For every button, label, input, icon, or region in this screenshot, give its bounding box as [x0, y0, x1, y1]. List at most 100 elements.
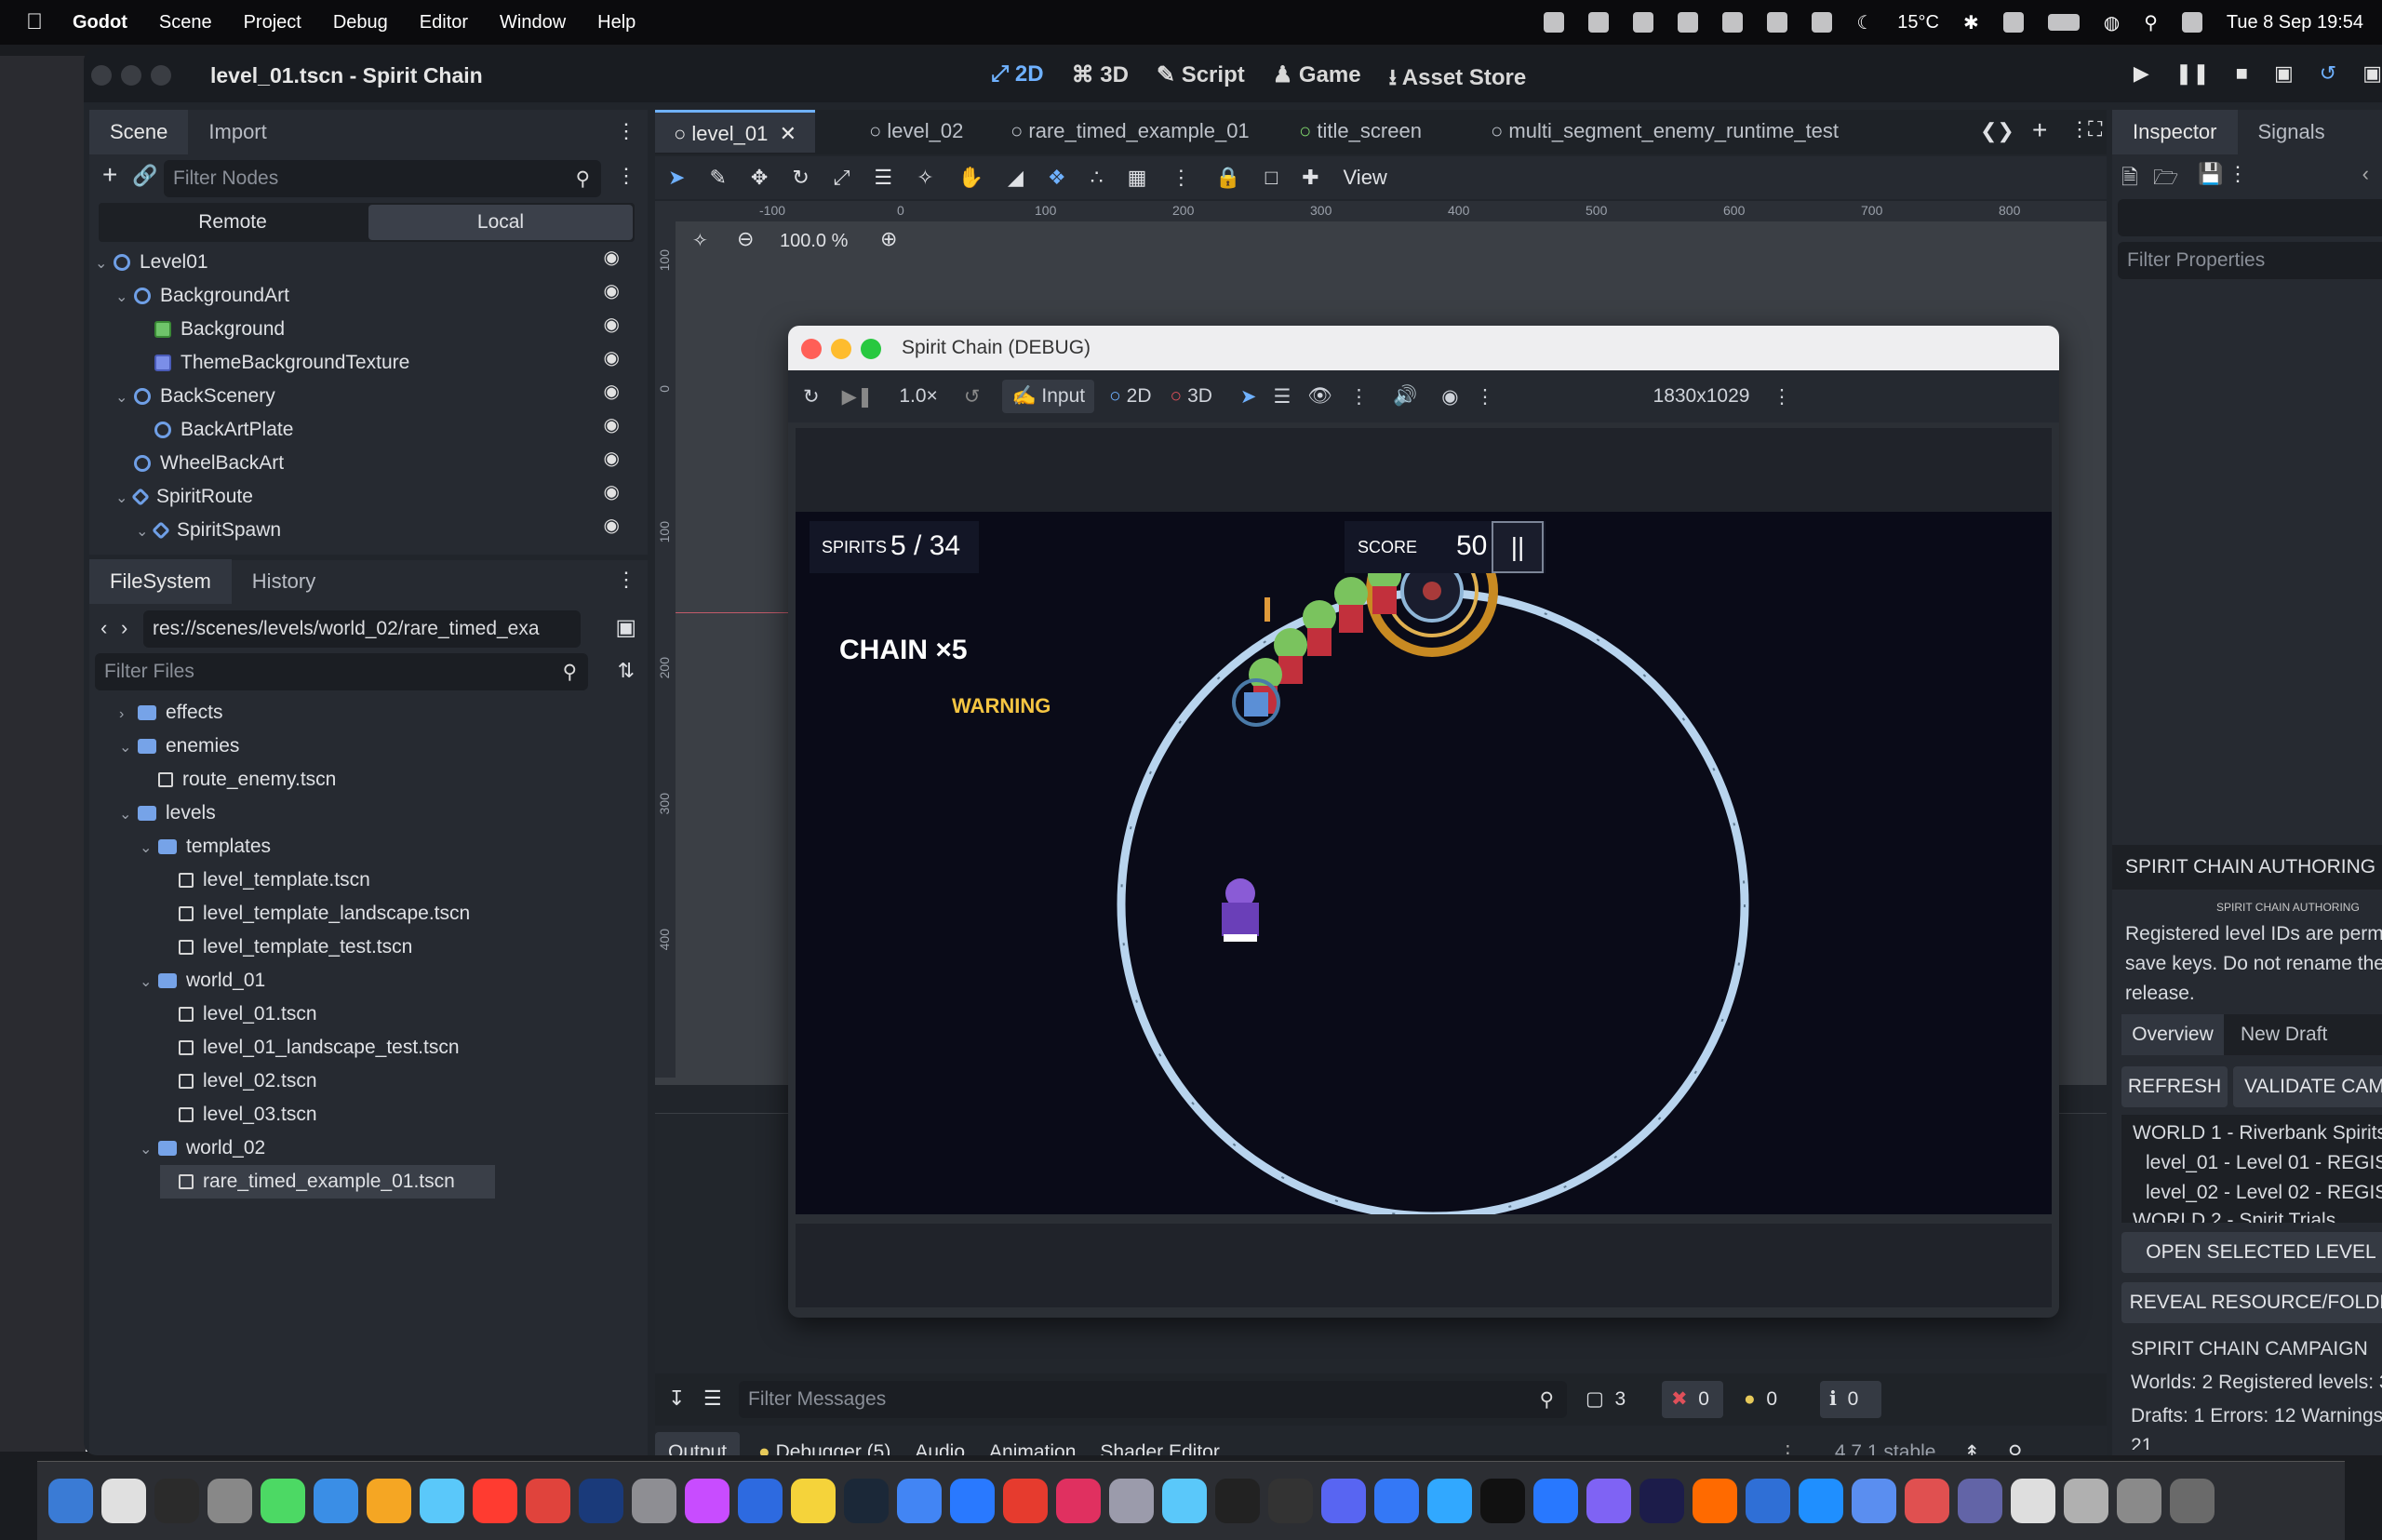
local-button[interactable]: Local — [368, 205, 633, 240]
file-row[interactable]: level_03.tscn — [160, 1098, 317, 1132]
tree-level-01[interactable]: level_01 - Level 01 - REGIST — [2146, 1152, 2382, 1174]
bone-icon[interactable]: ✚ — [1302, 166, 1318, 190]
dock-app-icon[interactable] — [1427, 1479, 1472, 1523]
warning-count[interactable]: ● 0 — [1744, 1381, 1809, 1418]
scene-node-row[interactable]: SpawnIndicator — [156, 547, 336, 553]
dock-app-icon[interactable] — [1003, 1479, 1048, 1523]
dock-app-icon[interactable] — [1321, 1479, 1366, 1523]
menu-project[interactable]: Project — [244, 12, 301, 33]
bluetooth-icon[interactable]: ✱ — [1963, 11, 1979, 34]
fullscreen-icon[interactable]: ⛶ — [2088, 117, 2102, 141]
scene-node-row[interactable]: ⌄ BackgroundArt — [115, 279, 289, 313]
scene-node-row[interactable]: WheelBackArt — [115, 447, 284, 480]
more-icon[interactable]: ⋮ — [1772, 385, 1791, 408]
weather-moon-icon[interactable]: ☾ — [1856, 11, 1873, 34]
status-icon[interactable] — [1544, 12, 1565, 33]
status-icon[interactable] — [1633, 12, 1654, 33]
tab-multi-segment-enemy-runtime-test[interactable]: ○ multi_segment_enemy_runtime_test — [1472, 110, 1857, 153]
add-tab-icon[interactable]: + — [2032, 115, 2047, 145]
menu-window[interactable]: Window — [500, 12, 566, 33]
minimize-window-button[interactable] — [831, 339, 851, 359]
smart-snap-icon[interactable]: ❖ — [1048, 166, 1066, 190]
embed-icon[interactable]: ↻ — [803, 385, 820, 408]
step-frame-icon[interactable]: ▶❚ — [842, 385, 874, 408]
battery-icon[interactable] — [2047, 14, 2080, 31]
tab-audio[interactable]: Audio — [915, 1441, 965, 1455]
visibility-icon[interactable]: ◉ — [604, 246, 625, 269]
error-count[interactable]: ✖ 0 — [1662, 1381, 1723, 1418]
dock-app-icon[interactable] — [1746, 1479, 1790, 1523]
view-menu[interactable]: View — [1344, 166, 1387, 190]
group-icon[interactable]: □ — [1265, 166, 1278, 190]
game-canvas[interactable]: SPIRITS 5 / 34 SCORE 50 || CHAIN ×5 WARN… — [796, 428, 2052, 1307]
open-resource-icon[interactable]: 🗁 — [2153, 162, 2178, 197]
dock-app-icon[interactable] — [526, 1479, 570, 1523]
visibility-icon[interactable]: ◉ — [604, 514, 625, 537]
tab-output[interactable]: Output — [655, 1432, 741, 1455]
tab-level-02[interactable]: ○ level_02 — [850, 110, 982, 153]
dock-app-icon[interactable] — [1905, 1479, 1949, 1523]
back-icon[interactable]: ‹ — [100, 616, 107, 640]
dock-app-icon[interactable] — [1480, 1479, 1525, 1523]
visibility-icon[interactable]: ◉ — [604, 413, 625, 436]
move-tool-icon[interactable]: ✥ — [751, 166, 768, 190]
scene-node-row[interactable]: ⌄ SpiritRoute — [115, 480, 253, 514]
control-center-icon[interactable] — [2181, 12, 2202, 33]
filter-nodes-input[interactable]: Filter Nodes ⚲ — [164, 160, 601, 197]
select-tool-icon[interactable]: ➤ — [1240, 385, 1257, 408]
reset-speed-icon[interactable]: ↺ — [964, 385, 981, 408]
subtab-new-draft[interactable]: New Draft — [2241, 1014, 2327, 1055]
tab-signals[interactable]: Signals — [2238, 110, 2346, 154]
zoom-window-button[interactable] — [151, 65, 171, 86]
dock-app-icon[interactable] — [1693, 1479, 1737, 1523]
speed-selector[interactable]: 1.0× — [899, 385, 937, 408]
dock-app-icon[interactable] — [1162, 1479, 1207, 1523]
file-row[interactable]: level_template.tscn — [160, 864, 370, 897]
more-icon[interactable]: ⋮ — [1476, 385, 1495, 408]
movie-icon[interactable]: ▣ — [2362, 61, 2382, 86]
more-icon[interactable]: ⋮ — [1778, 1441, 1798, 1456]
dock-app-icon[interactable] — [48, 1479, 93, 1523]
zoom-level[interactable]: 100.0 % — [780, 231, 848, 252]
tab-history[interactable]: History — [232, 559, 336, 604]
zoom-out-icon[interactable]: ⊖ — [737, 227, 754, 251]
file-row[interactable]: level_01_landscape_test.tscn — [160, 1031, 460, 1065]
dock-app-icon[interactable] — [420, 1479, 464, 1523]
scene-node-row[interactable]: ThemeBackgroundTexture — [136, 346, 409, 380]
reveal-resource-button[interactable]: REVEAL RESOURCE/FOLDE — [2121, 1282, 2382, 1323]
dock-app-icon[interactable] — [791, 1479, 836, 1523]
tab-title-screen[interactable]: ○ title_screen — [1280, 110, 1440, 153]
visibility-icon[interactable]: ◉ — [604, 279, 625, 302]
filter-files-input[interactable]: Filter Files ⚲ — [95, 653, 588, 690]
dock-app-icon[interactable] — [1533, 1479, 1578, 1523]
tree-world-2[interactable]: WORLD 2 - Spirit Trials — [2133, 1210, 2335, 1223]
status-icon[interactable] — [1812, 12, 1833, 33]
input-mode-button[interactable]: ✍ Input — [1002, 380, 1095, 413]
pause-button[interactable]: || — [1492, 521, 1544, 573]
dock-app-icon[interactable] — [1852, 1479, 1896, 1523]
list-select-icon[interactable]: ☰ — [1274, 385, 1291, 408]
wifi-icon[interactable]: ◍ — [2104, 11, 2120, 34]
mode-2d-button[interactable]: ○ 2D — [1109, 385, 1151, 408]
scene-node-row[interactable]: ⌄ BackScenery — [115, 380, 275, 413]
dock-app-icon[interactable] — [261, 1479, 305, 1523]
dock-app-icon[interactable] — [1215, 1479, 1260, 1523]
status-icon[interactable] — [1722, 12, 1744, 33]
dock-app-icon[interactable] — [1056, 1479, 1101, 1523]
filter-messages-input[interactable]: Filter Messages ⚲ — [739, 1381, 1567, 1418]
folder-row[interactable]: ⌄ levels — [119, 797, 216, 830]
snap-icon[interactable]: ∴ — [1091, 166, 1104, 190]
folder-row[interactable]: ⌄ world_01 — [140, 964, 265, 998]
dock-menu-icon[interactable]: ⋮ — [616, 568, 636, 592]
tab-level-01[interactable]: ○ level_01 ✕ — [655, 110, 816, 153]
status-icon[interactable] — [2002, 12, 2024, 33]
folder-row[interactable]: ⌄ world_02 — [140, 1132, 265, 1165]
workspace-2d[interactable]: ⤢ 2D — [991, 61, 1044, 100]
expand-arrow-icon[interactable]: ⌄ — [115, 382, 134, 415]
dock-app-icon[interactable] — [2011, 1479, 2055, 1523]
more-icon[interactable]: ⋮ — [2228, 162, 2248, 186]
dock-app-icon[interactable] — [1268, 1479, 1313, 1523]
save-resource-icon[interactable]: 💾 — [2198, 162, 2223, 186]
dock-app-icon[interactable] — [1799, 1479, 1843, 1523]
scene-node-row[interactable]: ⌄ SpiritSpawn — [136, 514, 281, 547]
